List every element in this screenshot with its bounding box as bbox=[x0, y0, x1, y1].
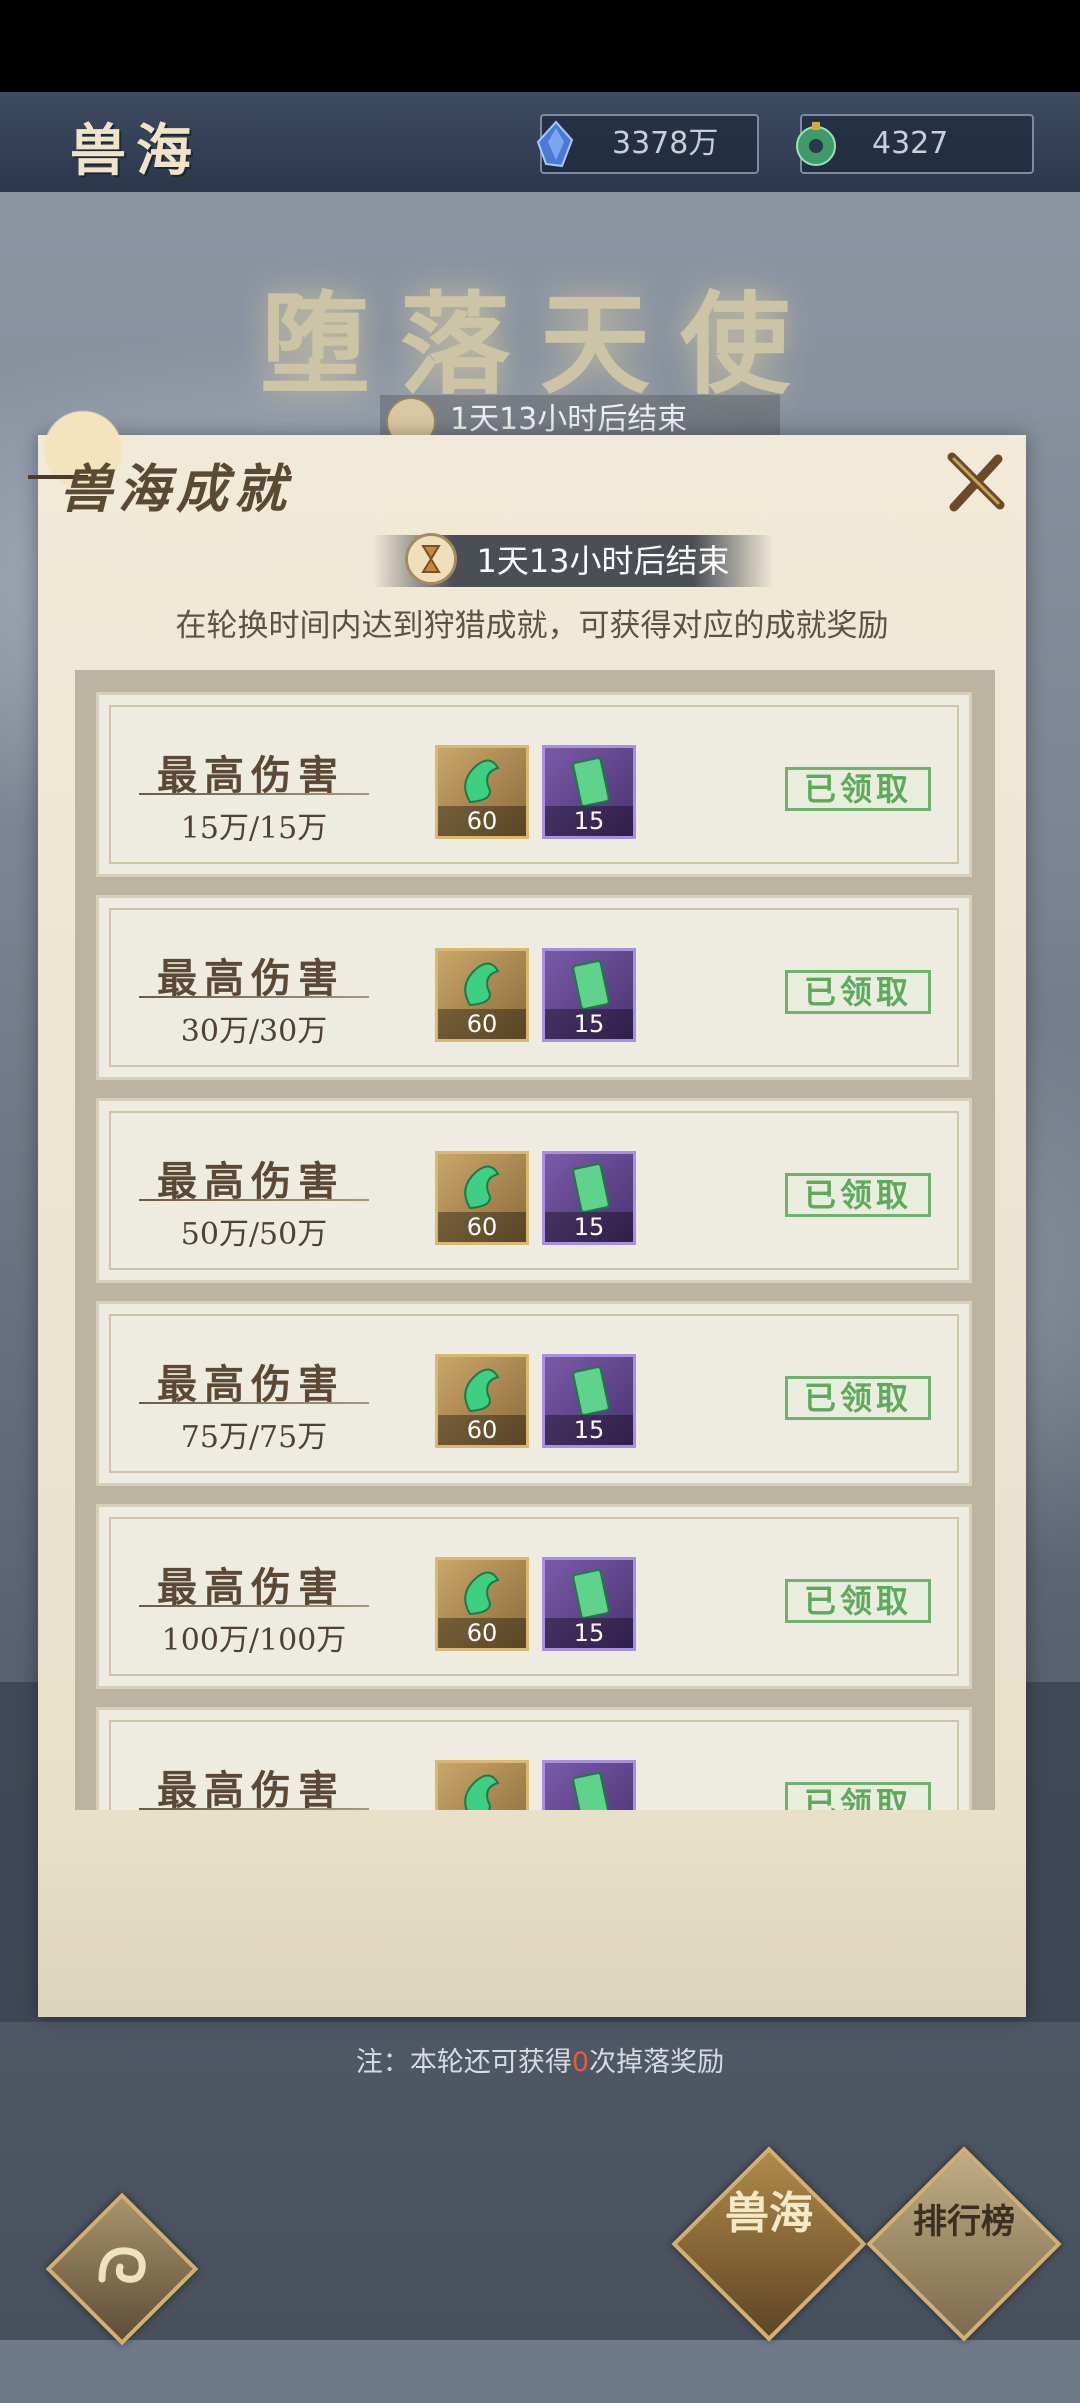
claimed-button[interactable]: 已领取 bbox=[785, 970, 931, 1014]
achievement-card: 最高伤害 50万/50万 60 15 已领取 bbox=[96, 1098, 972, 1283]
achievement-card: 最高伤害 30万/30万 60 15 已领取 bbox=[96, 895, 972, 1080]
reward-item[interactable]: 15 bbox=[542, 1354, 636, 1448]
app-title: 兽海 bbox=[70, 118, 202, 184]
reward-item[interactable]: 15 bbox=[542, 1151, 636, 1245]
jade-amount: 4327 bbox=[872, 126, 949, 161]
reward-quantity: 60 bbox=[438, 1618, 526, 1648]
achievement-card: 最高伤害 75万/75万 60 15 已领取 bbox=[96, 1301, 972, 1486]
claimed-button[interactable]: 已领取 bbox=[785, 767, 931, 811]
nav-beasts-label: 兽海 bbox=[725, 2188, 813, 2239]
note-prefix: 注：本轮还可获得 bbox=[355, 2047, 572, 2078]
scroll-decoration bbox=[38, 1820, 1026, 2017]
achievement-card: 最高伤害 15万/15万 60 15 已领取 bbox=[96, 692, 972, 877]
achievement-list[interactable]: 最高伤害 15万/15万 60 15 已领取 最高伤害 30万/30万 60 1… bbox=[75, 670, 995, 1810]
event-title: 堕落天使 bbox=[260, 280, 820, 409]
reward-quantity: 60 bbox=[438, 1415, 526, 1445]
achievement-progress: 75万/75万 bbox=[180, 1420, 328, 1455]
achievement-modal: 兽海成就 1天13小时后结束 在轮换时间内达到狩猎成就，可获得对应的成就奖励 最… bbox=[28, 395, 1026, 2017]
reward-quantity: 15 bbox=[545, 1618, 633, 1648]
note-count: 0 bbox=[571, 2047, 590, 2078]
reward-quantity: 60 bbox=[438, 1009, 526, 1039]
nav-ranking-label: 排行榜 bbox=[913, 2202, 1015, 2242]
reward-quantity: 15 bbox=[545, 1009, 633, 1039]
claimed-button[interactable]: 已领取 bbox=[785, 1376, 931, 1420]
achievement-progress: 50万/50万 bbox=[180, 1217, 328, 1252]
status-bar bbox=[0, 0, 1080, 92]
talisman-scroll-icon bbox=[572, 1569, 610, 1619]
jade-stone-icon bbox=[464, 759, 500, 804]
crystal-icon bbox=[536, 120, 574, 168]
close-button[interactable] bbox=[942, 449, 1008, 515]
jade-stone-icon bbox=[464, 1165, 500, 1210]
reward-quantity: 15 bbox=[545, 1415, 633, 1445]
currency-jade[interactable]: 4327 bbox=[796, 114, 1034, 174]
reward-quantity: 15 bbox=[545, 806, 633, 836]
talisman-scroll-icon bbox=[572, 1366, 610, 1416]
achievement-progress: 30万/30万 bbox=[180, 1014, 328, 1049]
event-timer-text: 1天13小时后结束 bbox=[450, 402, 688, 437]
currency-crystal[interactable]: 3378万 bbox=[536, 114, 759, 174]
claimed-button[interactable]: 已领取 bbox=[785, 1173, 931, 1217]
achievement-card: 最高伤害 60 15 已领取 bbox=[96, 1707, 972, 1810]
reward-item[interactable]: 15 bbox=[542, 1760, 636, 1810]
reward-item[interactable]: 15 bbox=[542, 948, 636, 1042]
reward-item[interactable]: 15 bbox=[542, 745, 636, 839]
achievement-progress: 15万/15万 bbox=[180, 811, 328, 846]
reward-quantity: 60 bbox=[438, 1212, 526, 1242]
modal-description: 在轮换时间内达到狩猎成就，可获得对应的成就奖励 bbox=[175, 608, 889, 644]
jade-stone-icon bbox=[464, 1571, 500, 1616]
talisman-scroll-icon bbox=[572, 960, 610, 1010]
top-bar: 兽海 3378万 4327 bbox=[0, 92, 1080, 195]
modal-title: 兽海成就 bbox=[60, 459, 293, 520]
reward-item[interactable]: 60 bbox=[435, 1760, 529, 1810]
close-icon bbox=[947, 452, 1005, 512]
jade-coin-icon bbox=[796, 122, 836, 166]
jade-stone-icon bbox=[464, 1774, 500, 1810]
reward-item[interactable]: 60 bbox=[435, 1557, 529, 1651]
reward-item[interactable]: 60 bbox=[435, 1354, 529, 1448]
modal-timer-text: 1天13小时后结束 bbox=[476, 542, 730, 580]
talisman-scroll-icon bbox=[572, 1772, 610, 1810]
note-suffix: 次掉落奖励 bbox=[589, 2047, 725, 2078]
reward-item[interactable]: 60 bbox=[435, 948, 529, 1042]
hourglass-icon bbox=[405, 533, 457, 585]
modal-timer: 1天13小时后结束 bbox=[373, 533, 773, 587]
claimed-button[interactable]: 已领取 bbox=[785, 1782, 931, 1810]
reward-quantity: 60 bbox=[438, 806, 526, 836]
reward-item[interactable]: 60 bbox=[435, 1151, 529, 1245]
claimed-button[interactable]: 已领取 bbox=[785, 1579, 931, 1623]
jade-stone-icon bbox=[464, 962, 500, 1007]
swirl-back-icon bbox=[72, 2219, 172, 2319]
achievement-progress: 100万/100万 bbox=[161, 1623, 347, 1658]
achievement-title: 最高伤害 bbox=[157, 1767, 345, 1810]
talisman-scroll-icon bbox=[572, 757, 610, 807]
reward-item[interactable]: 60 bbox=[435, 745, 529, 839]
jade-stone-icon bbox=[464, 1368, 500, 1413]
reward-item[interactable]: 15 bbox=[542, 1557, 636, 1651]
reward-quantity: 15 bbox=[545, 1212, 633, 1242]
achievement-card: 最高伤害 100万/100万 60 15 已领取 bbox=[96, 1504, 972, 1689]
crystal-amount: 3378万 bbox=[612, 126, 719, 161]
talisman-scroll-icon bbox=[572, 1163, 610, 1213]
drop-reward-note: 注：本轮还可获得0次掉落奖励 bbox=[0, 2040, 1080, 2079]
